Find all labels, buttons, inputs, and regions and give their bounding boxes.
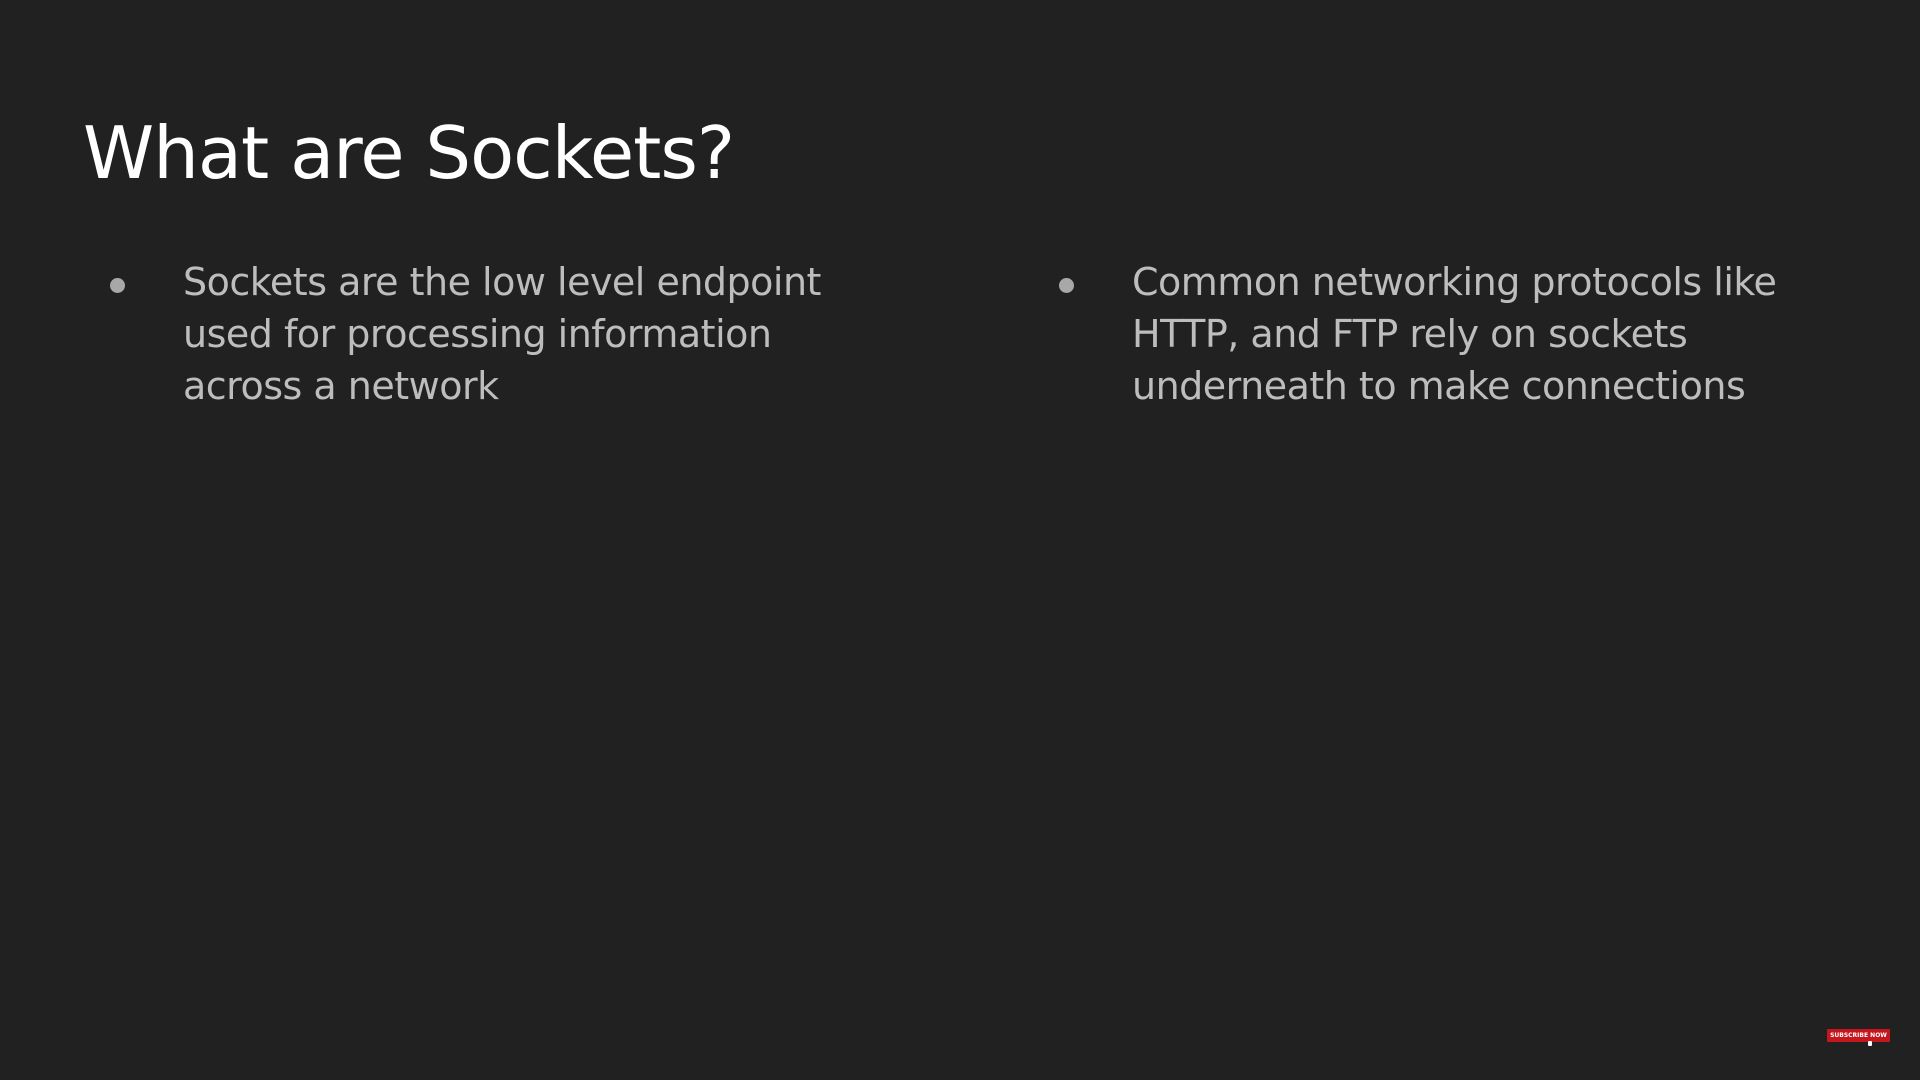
bullet-dot-icon <box>110 278 125 293</box>
bullet-item-right: Common networking protocols like HTTP, a… <box>1059 256 1819 412</box>
slide-title: What are Sockets? <box>83 111 735 195</box>
bullet-item-left: Sockets are the low level endpoint used … <box>110 256 870 412</box>
bullet-text: Sockets are the low level endpoint used … <box>183 260 821 408</box>
mouse-cursor-icon <box>1868 1041 1872 1046</box>
presentation-slide: What are Sockets? Sockets are the low le… <box>0 0 1920 1080</box>
bullet-dot-icon <box>1059 278 1074 293</box>
subscribe-now-button[interactable]: SUBSCRIBE NOW <box>1827 1029 1890 1042</box>
bullet-text: Common networking protocols like HTTP, a… <box>1132 260 1777 408</box>
